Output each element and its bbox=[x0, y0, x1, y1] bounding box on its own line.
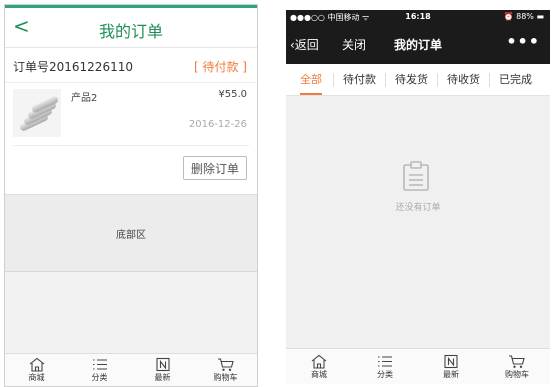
empty-state-text: 还没有订单 bbox=[395, 203, 441, 213]
tab-pending-receipt[interactable]: 待收货 bbox=[447, 64, 480, 95]
tab-newest[interactable]: 最新 bbox=[131, 354, 194, 386]
more-menu-icon[interactable]: ••• bbox=[506, 32, 540, 51]
tab-cart[interactable]: 购物车 bbox=[484, 349, 550, 384]
battery-indicator: ⏰ 88% ▬ bbox=[503, 12, 544, 21]
order-status-badge: [ 待付款 ] bbox=[194, 60, 247, 74]
left-phone-screen: < 我的订单 订单号20161226110 [ 待付款 ] 产品2 ¥55.0 … bbox=[4, 4, 258, 387]
order-filter-tabs: 全部 待付款 待发货 待收货 已完成 bbox=[286, 64, 550, 96]
tab-pending-payment[interactable]: 待付款 bbox=[343, 64, 376, 95]
clipboard-icon bbox=[403, 161, 429, 191]
footer-area-label: 底部区 bbox=[116, 229, 146, 241]
tab-label: 最新 bbox=[443, 369, 459, 379]
tab-category[interactable]: 分类 bbox=[68, 354, 131, 386]
tab-label: 购物车 bbox=[505, 369, 529, 379]
home-icon bbox=[29, 357, 44, 372]
right-phone-screen: ●●●○○ 中国移动 ᯤ 16:18 ⏰ 88% ▬ ‹返回 关闭 我的订单 •… bbox=[286, 10, 550, 384]
order-date: 2016-12-26 bbox=[188, 119, 247, 130]
tab-mall[interactable]: 商城 bbox=[5, 354, 68, 386]
tab-label: 商城 bbox=[28, 373, 45, 382]
tab-all[interactable]: 全部 bbox=[300, 64, 322, 95]
divider bbox=[13, 145, 249, 146]
page-title: 我的订单 bbox=[98, 22, 163, 41]
tab-label: 最新 bbox=[154, 373, 171, 382]
cart-icon bbox=[217, 358, 234, 371]
order-number: 订单号20161226110 bbox=[13, 60, 133, 74]
tab-label: 分类 bbox=[91, 373, 108, 382]
tab-label: 商城 bbox=[311, 369, 327, 379]
list-icon bbox=[92, 359, 107, 370]
order-number-row: 订单号20161226110 [ 待付款 ] bbox=[5, 49, 257, 83]
bottom-tabbar: 商城 分类 最新 购物车 bbox=[286, 348, 550, 384]
tab-pending-shipment[interactable]: 待发货 bbox=[395, 64, 428, 95]
tab-separator bbox=[437, 73, 438, 87]
status-bar: ●●●○○ 中国移动 ᯤ 16:18 ⏰ 88% ▬ bbox=[286, 10, 550, 25]
list-icon bbox=[378, 355, 392, 367]
home-icon bbox=[311, 354, 327, 369]
tab-label: 购物车 bbox=[213, 373, 238, 382]
new-icon bbox=[155, 357, 170, 372]
blank-area bbox=[5, 271, 257, 355]
tab-category[interactable]: 分类 bbox=[352, 349, 418, 384]
tab-completed[interactable]: 已完成 bbox=[499, 64, 532, 95]
product-image[interactable] bbox=[13, 89, 61, 137]
left-header: < 我的订单 bbox=[5, 8, 257, 48]
tab-mall[interactable]: 商城 bbox=[286, 349, 352, 384]
nav-bar: ‹返回 关闭 我的订单 ••• bbox=[286, 25, 550, 64]
cart-icon bbox=[509, 354, 525, 368]
tab-separator bbox=[489, 73, 490, 87]
order-card: 订单号20161226110 [ 待付款 ] 产品2 ¥55.0 2016-12… bbox=[5, 49, 257, 195]
product-price: ¥55.0 bbox=[218, 89, 247, 100]
tab-label: 分类 bbox=[377, 369, 393, 379]
product-name[interactable]: 产品2 bbox=[71, 89, 97, 104]
tab-separator bbox=[333, 73, 334, 87]
tab-newest[interactable]: 最新 bbox=[418, 349, 484, 384]
footer-area: 底部区 bbox=[5, 195, 257, 271]
tab-separator bbox=[385, 73, 386, 87]
new-icon bbox=[444, 354, 458, 368]
delete-order-button[interactable]: 删除订单 bbox=[183, 156, 247, 180]
bottom-tabbar: 商城 分类 最新 购物车 bbox=[5, 353, 257, 386]
tab-cart[interactable]: 购物车 bbox=[194, 354, 257, 386]
